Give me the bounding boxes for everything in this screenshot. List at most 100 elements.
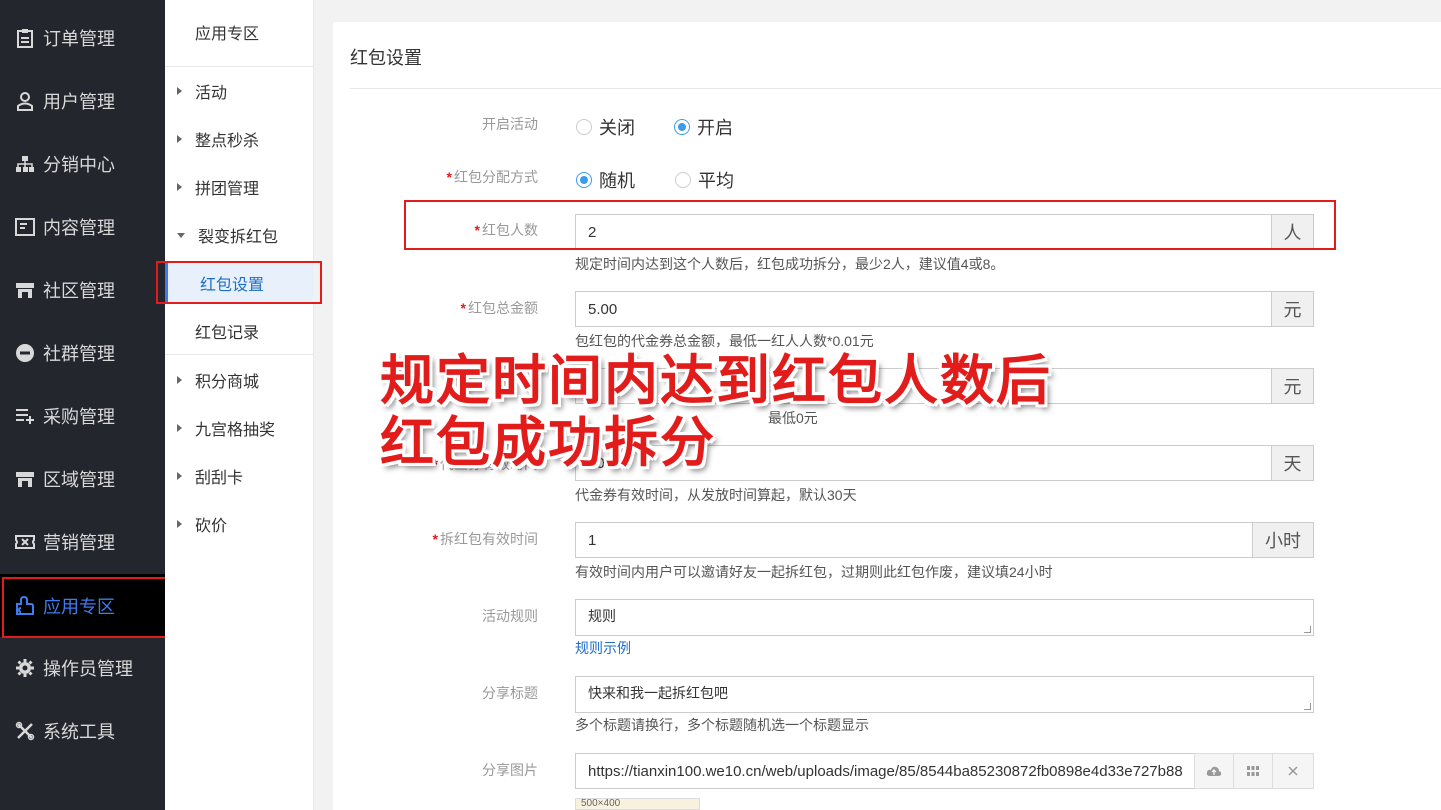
subnav-item-label: 拼团管理: [195, 181, 260, 198]
sidebar-item-marketing[interactable]: 营销管理: [0, 510, 165, 573]
total-amount-input[interactable]: 5.00: [575, 291, 1272, 327]
tools-icon: [15, 721, 35, 741]
sub-navigation: 应用专区 活动 整点秒杀 拼团管理 裂变拆红包 红包设置 红包记录 积分商城 九…: [165, 0, 314, 810]
subnav-item-label: 裂变拆红包: [198, 229, 279, 246]
split-valid-unit: 小时: [1252, 522, 1314, 558]
overlay-caption-line2: 红包成功拆分: [380, 411, 716, 474]
close-icon[interactable]: [1272, 753, 1314, 789]
sidebar-item-community[interactable]: 社区管理: [0, 258, 165, 321]
share-image-label: 分享图片: [482, 762, 538, 778]
activity-on-radio[interactable]: 开启: [674, 114, 733, 140]
minus-circle-icon: [15, 343, 35, 363]
highlight-box-sidebar: [2, 577, 167, 638]
subnav-item-label: 活动: [195, 85, 228, 102]
split-valid-label: * 拆红包有效时间: [432, 531, 538, 547]
share-image-url-input[interactable]: https://tianxin100.we10.cn/web/uploads/i…: [575, 753, 1195, 789]
share-title-label: 分享标题: [482, 685, 538, 701]
subnav-item-activity[interactable]: 活动: [165, 71, 314, 111]
user-icon: [15, 91, 35, 111]
radio-label: 开启: [697, 118, 733, 138]
subnav-item-label: 刮刮卡: [195, 470, 244, 487]
subnav-item-group-buy[interactable]: 拼团管理: [165, 167, 314, 207]
distribution-random-radio[interactable]: 随机: [576, 167, 635, 193]
radio-label: 随机: [599, 171, 635, 191]
sidebar-item-label: 区域管理: [43, 469, 115, 490]
sidebar-item-content[interactable]: 内容管理: [0, 195, 165, 258]
highlight-box-people: [404, 200, 1336, 250]
main-sidebar: 订单管理 用户管理 分销中心 内容管理 社区管理 社群管理 采购管理 区域管理 …: [0, 0, 165, 810]
radio-circle-checked: [674, 119, 690, 135]
subnav-item-red-packet[interactable]: 裂变拆红包: [165, 215, 314, 255]
distribution-label: * 红包分配方式: [446, 169, 538, 185]
subnav-item-flash-sale[interactable]: 整点秒杀: [165, 119, 314, 159]
subnav-item-bargain[interactable]: 砍价: [165, 504, 314, 544]
sidebar-item-label: 采购管理: [43, 406, 115, 427]
subnav-item-scratch-card[interactable]: 刮刮卡: [165, 456, 314, 496]
chevron-right-icon: [177, 520, 182, 528]
sidebar-item-distribution[interactable]: 分销中心: [0, 132, 165, 195]
sidebar-item-label: 系统工具: [43, 721, 115, 742]
page-title: 红包设置: [350, 48, 422, 68]
subnav-item-label: 红包记录: [195, 325, 260, 342]
sidebar-item-system-tools[interactable]: 系统工具: [0, 699, 165, 762]
radio-circle: [576, 119, 592, 135]
sidebar-item-operators[interactable]: 操作员管理: [0, 636, 165, 699]
subnav-item-label: 九宫格抽奖: [195, 422, 276, 439]
radio-circle: [675, 172, 691, 188]
sidebar-item-label: 用户管理: [43, 91, 115, 112]
share-title-textarea[interactable]: 快来和我一起拆红包吧: [575, 676, 1314, 713]
upload-cloud-icon[interactable]: [1194, 753, 1234, 789]
total-label: * 红包总金额: [460, 300, 538, 316]
rules-example-link[interactable]: 规则示例: [575, 638, 631, 658]
sidebar-item-label: 订单管理: [43, 28, 115, 49]
sidebar-item-orders[interactable]: 订单管理: [0, 6, 165, 69]
sidebar-item-label: 社群管理: [43, 343, 115, 364]
sidebar-item-purchase[interactable]: 采购管理: [0, 384, 165, 447]
chevron-right-icon: [177, 424, 182, 432]
list-plus-icon: [15, 406, 35, 426]
chevron-right-icon: [177, 87, 182, 95]
divider: [350, 88, 1441, 89]
subnav-item-red-packet-records[interactable]: 红包记录: [165, 311, 314, 351]
textarea-value: 规则: [588, 608, 616, 624]
sidebar-item-label: 社区管理: [43, 280, 115, 301]
subnav-item-points-mall[interactable]: 积分商城: [165, 360, 314, 400]
third-unit: 元: [1271, 368, 1314, 404]
highlight-box-subnav: [156, 261, 322, 304]
total-unit: 元: [1271, 291, 1314, 327]
sidebar-item-label: 分销中心: [43, 154, 115, 175]
radio-circle-checked: [576, 172, 592, 188]
subnav-title: 应用专区: [165, 0, 313, 67]
gear-icon: [15, 658, 35, 678]
activity-off-radio[interactable]: 关闭: [576, 114, 635, 140]
chevron-right-icon: [177, 472, 182, 480]
ticket-icon: [15, 532, 35, 552]
distribution-average-radio[interactable]: 平均: [675, 167, 734, 193]
sidebar-item-region[interactable]: 区域管理: [0, 447, 165, 510]
content-icon: [15, 217, 35, 237]
sidebar-item-groups[interactable]: 社群管理: [0, 321, 165, 384]
split-valid-input[interactable]: 1: [575, 522, 1253, 558]
grid-icon[interactable]: [1233, 753, 1273, 789]
radio-label: 关闭: [599, 118, 635, 138]
share-image-thumbnail: 500×400: [575, 798, 700, 810]
textarea-value: 快来和我一起拆红包吧: [588, 685, 728, 701]
divider: [165, 354, 314, 355]
sitemap-icon: [15, 154, 35, 174]
sidebar-item-label: 内容管理: [43, 217, 115, 238]
subnav-item-lottery-grid[interactable]: 九宫格抽奖: [165, 408, 314, 448]
split-valid-help: 有效时间内用户可以邀请好友一起拆红包，过期则此红包作废，建议填24小时: [575, 564, 1053, 580]
sidebar-item-users[interactable]: 用户管理: [0, 69, 165, 132]
subnav-item-label: 砍价: [195, 518, 228, 535]
share-title-help: 多个标题请换行，多个标题随机选一个标题显示: [575, 717, 869, 733]
sidebar-item-label: 操作员管理: [43, 658, 133, 679]
chevron-right-icon: [177, 183, 182, 191]
radio-label: 平均: [698, 171, 734, 191]
store-icon: [15, 280, 35, 300]
subnav-item-label: 积分商城: [195, 374, 260, 391]
rules-textarea[interactable]: 规则: [575, 599, 1314, 636]
sidebar-item-label: 营销管理: [43, 532, 115, 553]
rules-label: 活动规则: [482, 608, 538, 624]
coupon-valid-help: 代金券有效时间，从发放时间算起，默认30天: [575, 487, 857, 503]
subnav-item-label: 整点秒杀: [195, 133, 260, 150]
